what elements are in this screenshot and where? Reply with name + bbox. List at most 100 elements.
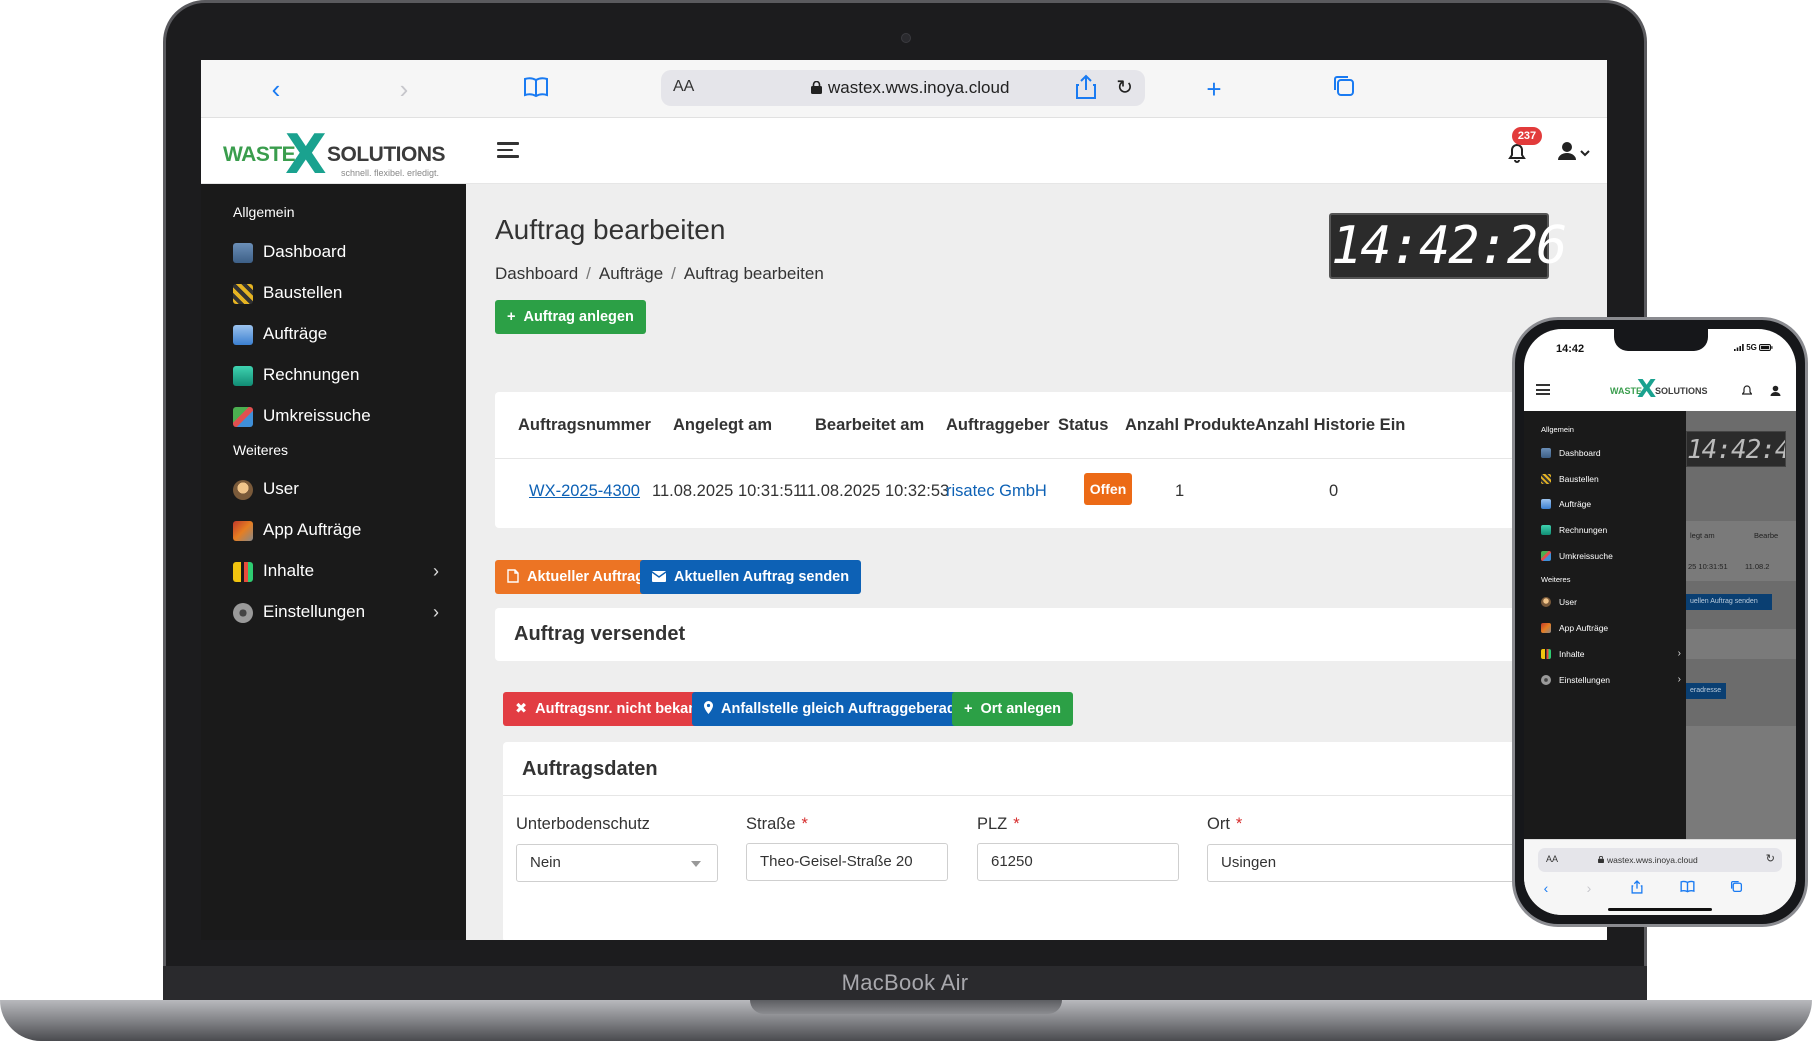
browser-toolbar: ‹ › AA wastex.wws.inoya.cloud ↻ + (201, 60, 1607, 118)
sidebar-item-label: App Aufträge (1559, 623, 1609, 633)
share-icon[interactable] (1071, 74, 1101, 104)
bookmarks-icon[interactable] (1677, 880, 1697, 896)
col-header-status[interactable]: Status (1058, 416, 1108, 435)
device-label: MacBook Air (841, 970, 969, 995)
sidebar-item-auftraege[interactable]: Aufträge (1541, 498, 1681, 512)
back-icon[interactable]: ‹ (261, 74, 291, 104)
map-icon (1541, 551, 1551, 561)
sidebar-item-user[interactable]: User (233, 476, 443, 504)
cell-client[interactable]: risatec GmbH (946, 482, 1047, 501)
col-header-products[interactable]: Anzahl Produkte (1125, 416, 1255, 435)
sidebar-item-einstellungen[interactable]: Einstellungen › (233, 599, 443, 627)
phone-sidebar: Allgemein Dashboard Baustellen Aufträge … (1524, 411, 1686, 839)
phone-dim-card (1686, 629, 1796, 659)
cell-created: 11.08.2025 10:31:51 (652, 482, 803, 500)
sidebar-item-rechnungen[interactable]: Rechnungen (233, 362, 443, 390)
sidebar-item-inhalte[interactable]: Inhalte › (1541, 648, 1681, 662)
create-order-button[interactable]: + Auftrag anlegen (495, 300, 646, 334)
menu-toggle-icon[interactable] (497, 142, 519, 160)
reload-icon[interactable]: ↻ (1116, 75, 1133, 100)
brand-logo[interactable]: WASTE X SOLUTIONS (1610, 374, 1710, 403)
tabs-icon[interactable] (1329, 74, 1359, 104)
forward-icon[interactable]: › (1579, 880, 1599, 896)
share-icon[interactable] (1627, 880, 1647, 897)
bookmarks-icon[interactable] (521, 74, 551, 104)
sidebar-item-dashboard[interactable]: Dashboard (1541, 447, 1681, 461)
sidebar-item-umkreissuche[interactable]: Umkreissuche (1541, 550, 1681, 564)
reload-icon[interactable]: ↻ (1766, 852, 1775, 865)
new-tab-icon[interactable]: + (1199, 74, 1229, 104)
plus-icon: + (964, 701, 973, 717)
content-icon (1541, 649, 1551, 659)
settings-icon (1541, 675, 1551, 685)
sidebar-item-user[interactable]: User (1541, 596, 1681, 610)
breadcrumb-dashboard[interactable]: Dashboard (495, 264, 578, 283)
bell-icon[interactable] (1507, 143, 1527, 163)
street-label-text: Straße (746, 815, 796, 833)
sidebar-item-inhalte[interactable]: Inhalte › (233, 558, 443, 586)
content-icon (233, 562, 253, 582)
street-label: Straße * (746, 815, 808, 834)
col-header-edited[interactable]: Bearbeitet am (815, 416, 924, 435)
sidebar-item-umkreissuche[interactable]: Umkreissuche (233, 403, 443, 431)
menu-toggle-icon[interactable] (1536, 384, 1550, 395)
brand-logo[interactable]: WASTE X SOLUTIONS schnell. flexibel. erl… (223, 123, 453, 186)
sidebar-item-app-auftraege[interactable]: App Aufträge (1541, 622, 1681, 636)
phone-screen: 14:42 5G WASTE X SOLUTIONS 14:42:40 leg (1524, 329, 1796, 915)
current-order-pdf-button[interactable]: Aktueller Auftrag (495, 560, 657, 594)
page-title: Auftrag bearbeiten (495, 214, 726, 245)
sidebar-item-baustellen[interactable]: Baustellen (233, 280, 443, 308)
sidebar-item-app-auftraege[interactable]: App Aufträge (233, 517, 443, 545)
sidebar-item-dashboard[interactable]: Dashboard (233, 239, 443, 267)
sidebar-item-label: Dashboard (1559, 448, 1601, 458)
chevron-right-icon: › (1677, 674, 1681, 685)
user-icon (233, 480, 253, 500)
street-input[interactable]: Theo-Geisel-Straße 20 (746, 843, 948, 881)
cell-edited: 11.08.2025 10:32:53 (799, 482, 950, 500)
cell-history: 0 (1329, 482, 1339, 500)
text-size-button[interactable]: AA (1546, 854, 1558, 864)
col-header-order-number[interactable]: Auftragsnummer (518, 416, 651, 435)
unknown-order-number-label: Auftragsnr. nicht bekannt (535, 701, 711, 717)
sidebar-item-label: Einstellungen (263, 602, 366, 621)
user-icon[interactable] (1770, 385, 1781, 397)
underbody-select[interactable]: Nein (516, 844, 718, 882)
logo-x: X (1637, 374, 1657, 403)
user-menu-icon[interactable] (1556, 140, 1592, 164)
send-current-order-button[interactable]: Aktuellen Auftrag senden (640, 560, 862, 594)
logo-solutions: SOLUTIONS (1655, 386, 1708, 396)
breadcrumb-auftraege[interactable]: Aufträge (599, 264, 663, 283)
sidebar-item-label: Inhalte (263, 561, 315, 580)
col-header-created[interactable]: Angelegt am (673, 416, 772, 435)
lock-icon (1598, 855, 1604, 863)
text-size-button[interactable]: AA (673, 78, 694, 96)
create-location-button[interactable]: + Ort anlegen (952, 692, 1074, 726)
phone-address-bar[interactable]: AA wastex.wws.inoya.cloud ↻ (1538, 848, 1782, 872)
sidebar-item-label: Dashboard (263, 242, 347, 261)
tabs-icon[interactable] (1726, 880, 1746, 896)
laptop-screen: ‹ › AA wastex.wws.inoya.cloud ↻ + WASTE … (201, 60, 1607, 940)
underbody-value: Nein (530, 854, 561, 871)
orders-table: Auftragsnummer Angelegt am Bearbeitet am… (495, 392, 1607, 528)
sidebar-item-auftraege[interactable]: Aufträge (233, 321, 443, 349)
sidebar-item-label: App Aufträge (263, 520, 362, 539)
sidebar-item-einstellungen[interactable]: Einstellungen › (1541, 674, 1681, 688)
bell-icon[interactable] (1742, 385, 1752, 397)
phone-url-value: wastex.wws.inoya.cloud (1607, 855, 1698, 865)
sidebar: Allgemein Dashboard Baustellen Aufträge … (201, 184, 466, 940)
phone-time: 14:42 (1556, 343, 1585, 355)
app-orders-icon (233, 521, 253, 541)
orders-icon (233, 325, 253, 345)
back-icon[interactable]: ‹ (1536, 880, 1556, 896)
order-number-link[interactable]: WX-2025-4300 (529, 482, 640, 501)
construction-icon (233, 284, 253, 304)
unknown-order-number-button[interactable]: ✖ Auftragsnr. nicht bekannt (503, 692, 723, 726)
phone-dim-address-button: eradresse (1686, 683, 1726, 699)
dashboard-icon (1541, 448, 1551, 458)
zip-input[interactable]: 61250 (977, 843, 1179, 881)
forward-icon[interactable]: › (389, 74, 419, 104)
sidebar-item-baustellen[interactable]: Baustellen (1541, 473, 1681, 487)
col-header-client[interactable]: Auftraggeber (946, 416, 1050, 435)
notification-badge[interactable]: 237 (1512, 127, 1542, 145)
sidebar-item-rechnungen[interactable]: Rechnungen (1541, 524, 1681, 538)
